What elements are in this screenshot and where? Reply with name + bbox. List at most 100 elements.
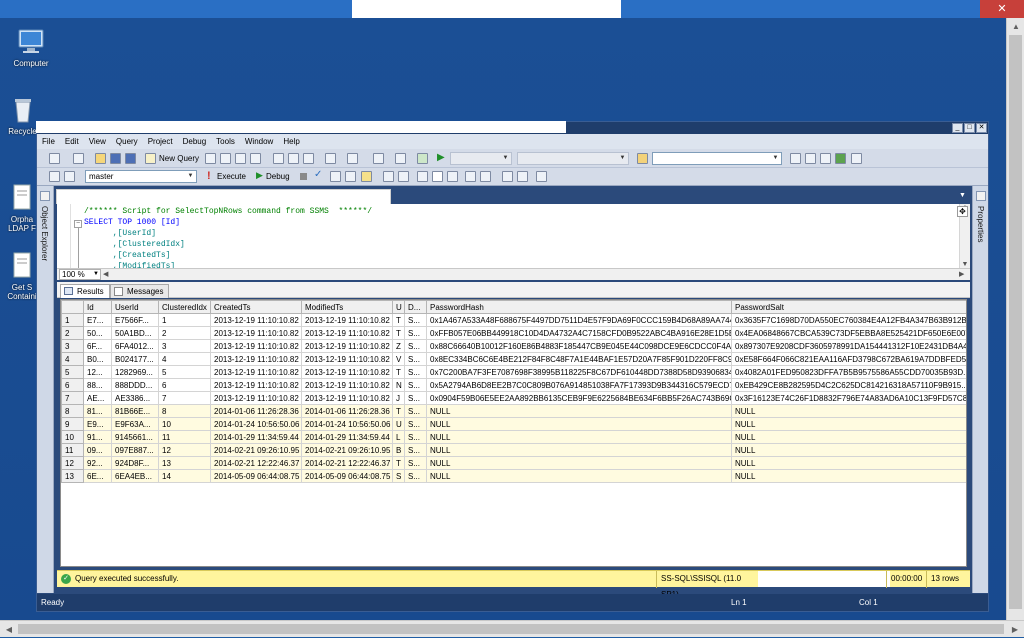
- table-cell[interactable]: 2013-12-19 11:10:10.82: [210, 339, 302, 353]
- row-number-cell[interactable]: 3: [61, 339, 84, 353]
- table-cell[interactable]: 13: [158, 456, 211, 470]
- table-cell[interactable]: 0x3635F7C1698D70DA550EC760384E4A12FB4A34…: [731, 313, 966, 327]
- table-cell[interactable]: AE3386...: [111, 391, 159, 405]
- table-row[interactable]: 1 E7... E7566F... 1 2013-12-19 11:10:10.82 20…: [61, 313, 966, 327]
- row-number-cell[interactable]: 4: [61, 352, 84, 366]
- table-cell[interactable]: S...: [404, 339, 427, 353]
- results-to-text-icon[interactable]: [417, 171, 428, 182]
- table-cell[interactable]: 14: [158, 469, 211, 483]
- desktop-icon-orphan-ldap[interactable]: Orpha LDAP F: [7, 166, 37, 233]
- table-row[interactable]: 6 88... 888DDD... 6 2013-12-19 11:10:10.82 20…: [61, 378, 966, 392]
- table-cell[interactable]: N: [392, 378, 405, 392]
- menu-query[interactable]: Query: [111, 134, 143, 149]
- properties-window-icon[interactable]: [835, 153, 846, 164]
- screen-icon[interactable]: [417, 153, 428, 164]
- uncomment-icon[interactable]: [480, 171, 491, 182]
- table-cell[interactable]: 2014-01-06 11:26:28.36: [210, 404, 302, 418]
- column-header[interactable]: UserId: [111, 300, 159, 314]
- table-cell[interactable]: 0xE58F664F066C821EAA116AFD3798C672BA619A…: [731, 352, 966, 366]
- row-number-cell[interactable]: 8: [61, 404, 84, 418]
- navigate-backward-icon[interactable]: [373, 153, 384, 164]
- scroll-thumb[interactable]: [18, 624, 1004, 634]
- include-client-stats-icon[interactable]: [398, 171, 409, 182]
- desktop-icon-recycle-bin[interactable]: Recycle: [7, 96, 38, 136]
- display-estimated-plan-icon[interactable]: [330, 171, 341, 182]
- paste-icon[interactable]: [303, 153, 314, 164]
- find-combo[interactable]: ▼: [652, 152, 782, 165]
- column-header[interactable]: ClusteredIdx: [158, 300, 211, 314]
- table-cell[interactable]: S...: [404, 326, 427, 340]
- table-cell[interactable]: S...: [404, 443, 427, 457]
- table-cell[interactable]: T: [392, 313, 405, 327]
- table-cell[interactable]: AE...: [83, 391, 112, 405]
- table-row[interactable]: 3 6F... 6FA4012... 3 2013-12-19 11:10:10.82 2…: [61, 339, 966, 353]
- table-cell[interactable]: 6FA4012...: [111, 339, 159, 353]
- table-cell[interactable]: U: [392, 417, 405, 431]
- mdx-query-icon[interactable]: [235, 153, 246, 164]
- results-to-file-icon[interactable]: [447, 171, 458, 182]
- parse-icon[interactable]: ✓: [314, 169, 322, 180]
- maximize-button[interactable]: □: [964, 123, 975, 133]
- table-cell[interactable]: NULL: [731, 469, 966, 483]
- debug-icon[interactable]: ▶: [256, 170, 263, 181]
- table-cell[interactable]: NULL: [731, 456, 966, 470]
- table-cell[interactable]: 2014-05-09 06:44:08.75: [301, 469, 393, 483]
- table-cell[interactable]: T: [392, 404, 405, 418]
- collapse-region-icon[interactable]: −: [74, 220, 82, 228]
- table-cell[interactable]: S...: [404, 313, 427, 327]
- connect-icon[interactable]: [49, 171, 60, 182]
- table-cell[interactable]: NULL: [731, 430, 966, 444]
- open-file-icon[interactable]: [95, 153, 106, 164]
- table-row[interactable]: 12 92... 924D8F... 13 2014-02-21 12:22:46.37…: [61, 456, 966, 470]
- table-cell[interactable]: NULL: [426, 443, 732, 457]
- scroll-left-arrow-icon[interactable]: ◀: [0, 621, 18, 638]
- table-cell[interactable]: T: [392, 326, 405, 340]
- row-number-cell[interactable]: 1: [61, 313, 84, 327]
- table-cell[interactable]: S...: [404, 456, 427, 470]
- table-cell[interactable]: NULL: [426, 404, 732, 418]
- table-cell[interactable]: 2013-12-19 11:10:10.82: [301, 313, 393, 327]
- table-cell[interactable]: S...: [404, 365, 427, 379]
- new-project-icon[interactable]: [49, 153, 60, 164]
- table-cell[interactable]: 8: [158, 404, 211, 418]
- host-close-button[interactable]: ✕: [980, 0, 1024, 18]
- document-tab-active[interactable]: [56, 189, 391, 204]
- execute-button[interactable]: Execute: [217, 171, 246, 182]
- table-cell[interactable]: 6E...: [83, 469, 112, 483]
- change-connection-icon[interactable]: [64, 171, 75, 182]
- new-query-button[interactable]: New Query: [159, 153, 199, 164]
- column-header[interactable]: U: [392, 300, 405, 314]
- intellisense-icon[interactable]: [361, 171, 372, 182]
- table-row[interactable]: 2 50... 50A1BD... 2 2013-12-19 11:10:10.82 20…: [61, 326, 966, 340]
- table-cell[interactable]: 2013-12-19 11:10:10.82: [301, 352, 393, 366]
- tab-dropdown-icon[interactable]: ▼: [959, 192, 966, 199]
- table-cell[interactable]: L: [392, 430, 405, 444]
- properties-collapsed-panel[interactable]: Properties: [972, 186, 988, 593]
- increase-indent-icon[interactable]: [517, 171, 528, 182]
- table-cell[interactable]: E9...: [83, 417, 112, 431]
- table-cell[interactable]: T: [392, 365, 405, 379]
- registered-servers-icon[interactable]: [790, 153, 801, 164]
- table-cell[interactable]: 3: [158, 339, 211, 353]
- table-cell[interactable]: S...: [404, 378, 427, 392]
- table-cell[interactable]: 0x1A467A533A48F688675F4497DD7511D4E57F9D…: [426, 313, 732, 327]
- row-number-cell[interactable]: 2: [61, 326, 84, 340]
- table-cell[interactable]: B024177...: [111, 352, 159, 366]
- scroll-right-arrow-icon[interactable]: ▶: [959, 270, 964, 278]
- results-to-grid-icon[interactable]: [432, 171, 443, 182]
- table-cell[interactable]: 12: [158, 443, 211, 457]
- scroll-thumb[interactable]: [1009, 35, 1022, 609]
- table-cell[interactable]: 2013-12-19 11:10:10.82: [210, 365, 302, 379]
- start-debugging-icon[interactable]: ▶: [437, 152, 445, 163]
- table-cell[interactable]: S...: [404, 352, 427, 366]
- table-cell[interactable]: S...: [404, 417, 427, 431]
- comment-out-icon[interactable]: [465, 171, 476, 182]
- table-cell[interactable]: S...: [404, 404, 427, 418]
- table-cell[interactable]: 10: [158, 417, 211, 431]
- table-cell[interactable]: 2013-12-19 11:10:10.82: [210, 313, 302, 327]
- table-cell[interactable]: 6: [158, 378, 211, 392]
- table-cell[interactable]: 2014-01-06 11:26:28.36: [301, 404, 393, 418]
- table-cell[interactable]: 2013-12-19 11:10:10.82: [210, 352, 302, 366]
- row-number-cell[interactable]: 11: [61, 443, 84, 457]
- table-cell[interactable]: 2013-12-19 11:10:10.82: [210, 326, 302, 340]
